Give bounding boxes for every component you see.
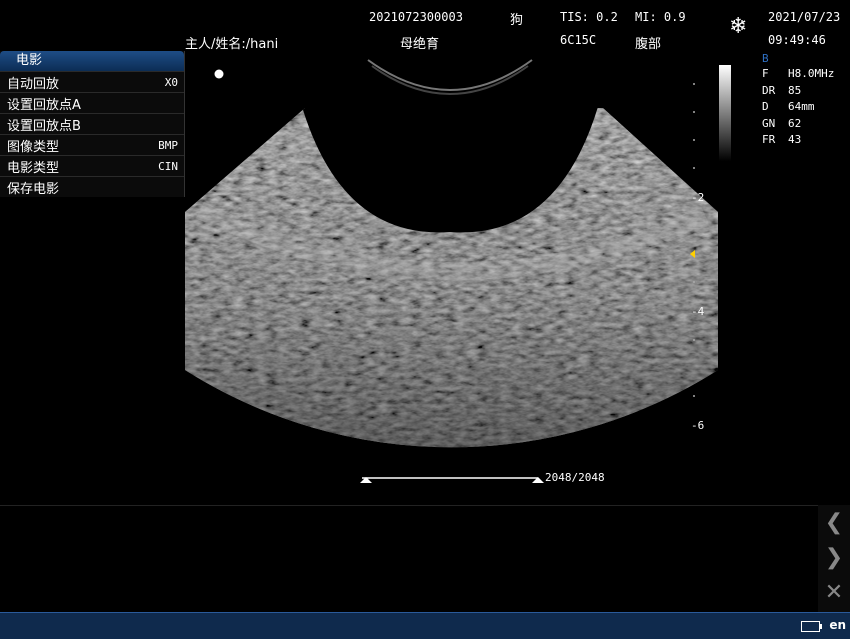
- param-frame-rate: FR 43: [762, 133, 802, 146]
- depth-label-6: -6: [691, 419, 704, 432]
- grayscale-bar: [719, 65, 731, 161]
- ultrasound-image[interactable]: -2 -4 -6 2048/2048: [0, 0, 850, 505]
- next-page-icon[interactable]: ❯: [818, 540, 850, 575]
- param-gain: GN 62: [762, 116, 802, 130]
- side-controls: ❮ ❯ ✕: [818, 505, 850, 612]
- thumbnail-area: [0, 505, 818, 613]
- param-frequency: F H8.0MHz: [762, 67, 835, 80]
- prev-page-icon[interactable]: ❮: [818, 505, 850, 540]
- battery-icon: [801, 621, 822, 632]
- taskbar: en: [0, 612, 850, 639]
- cine-frame-counter: 2048/2048: [545, 471, 605, 484]
- param-dynamic-range: DR 85: [762, 83, 802, 97]
- depth-label-4: -4: [691, 305, 705, 318]
- language-indicator[interactable]: en: [829, 618, 846, 632]
- depth-label-2: -2: [691, 191, 704, 204]
- orientation-marker: [214, 69, 224, 79]
- param-depth: D 64mm: [762, 100, 815, 113]
- mode-label: B: [762, 52, 769, 65]
- close-icon[interactable]: ✕: [818, 575, 850, 610]
- imaging-params: B F H8.0MHz DR 85 D 64mm GN 62 FR 43: [762, 52, 834, 149]
